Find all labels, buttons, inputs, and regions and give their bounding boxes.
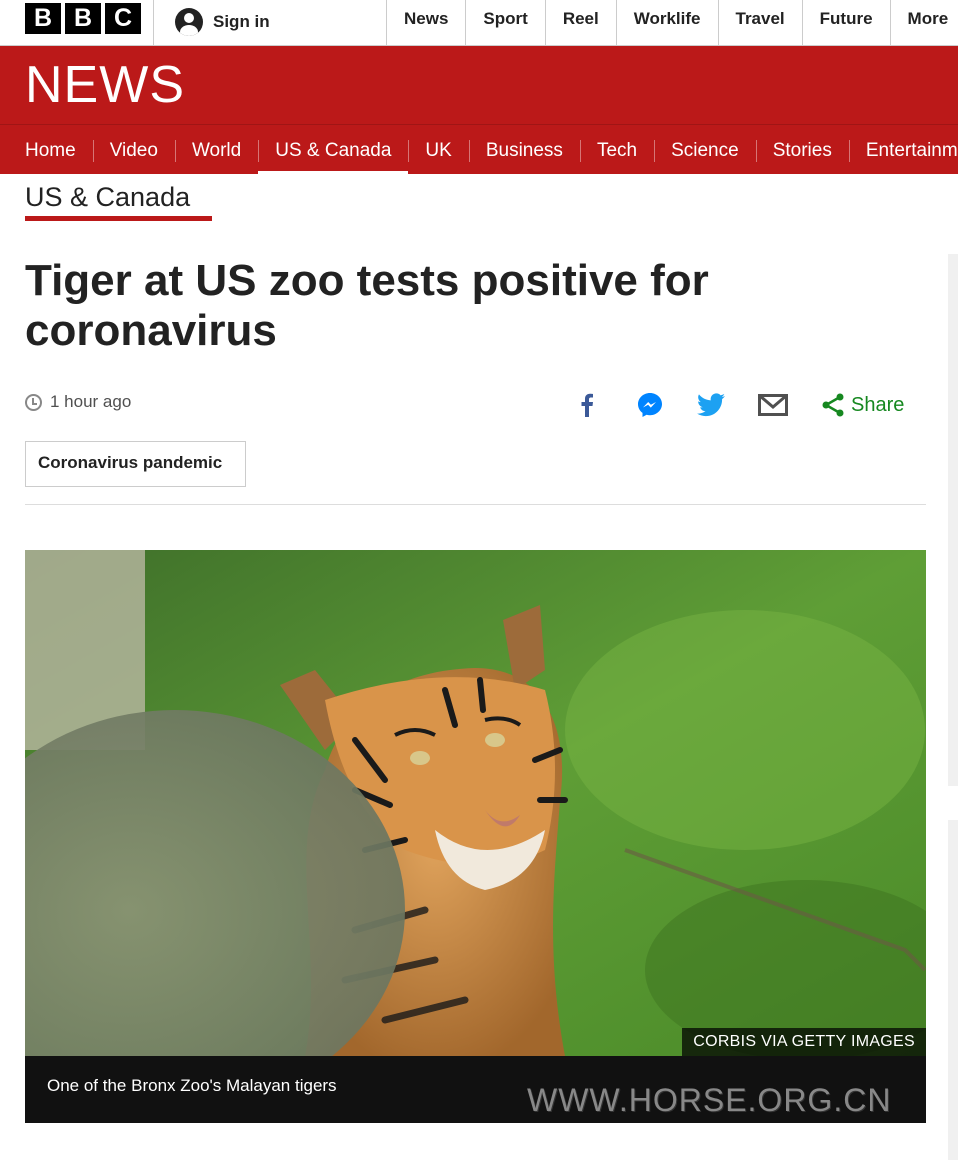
section-nav-video[interactable]: Video (92, 125, 175, 174)
section-nav-business[interactable]: Business (468, 125, 580, 174)
sign-in-link[interactable]: Sign in (175, 8, 270, 36)
section-nav-entertainment[interactable]: Entertainment & Arts (848, 125, 958, 174)
section-nav-uk[interactable]: UK (408, 125, 468, 174)
twitter-icon[interactable] (697, 388, 725, 422)
top-nav-more[interactable]: More (889, 0, 958, 46)
watermark: WWW.HORSE.ORG.CN (527, 1082, 892, 1118)
subsection-underline (25, 216, 212, 221)
image-copyright: CORBIS VIA GETTY IMAGES (682, 1028, 926, 1056)
user-icon (175, 8, 203, 36)
top-nav-sport[interactable]: Sport (465, 0, 544, 46)
subsection-title[interactable]: US & Canada (25, 180, 190, 214)
section-nav: Home Video World US & Canada UK Business Tech S… (0, 124, 958, 174)
section-nav-science[interactable]: Science (654, 125, 756, 174)
share-button[interactable]: Share (821, 388, 911, 422)
top-nav: News Sport Reel Worklife Travel Future M… (386, 0, 958, 46)
section-nav-stories[interactable]: Stories (755, 125, 849, 174)
logo-letter-b2: B (65, 3, 101, 34)
facebook-icon[interactable] (575, 388, 599, 422)
sidebar-panel (948, 820, 958, 1160)
logo-letter-c: C (105, 3, 141, 34)
divider (153, 0, 154, 46)
article-headline: Tiger at US zoo tests positive for coron… (25, 256, 709, 355)
share-icon (822, 393, 844, 417)
section-nav-us-canada[interactable]: US & Canada (258, 125, 409, 174)
email-icon[interactable] (757, 388, 789, 422)
news-wordmark[interactable]: NEWS (25, 58, 185, 112)
topic-tag[interactable]: Coronavirus pandemic (25, 441, 246, 487)
section-nav-world[interactable]: World (174, 125, 258, 174)
top-nav-reel[interactable]: Reel (544, 0, 616, 46)
bbc-logo[interactable]: B B C (25, 3, 141, 34)
clock-icon (25, 393, 42, 411)
news-banner: NEWS (0, 46, 958, 124)
logo-letter-b1: B (25, 3, 61, 34)
article-timestamp: 1 hour ago (50, 392, 132, 411)
article-meta: 1 hour ago (25, 392, 131, 412)
share-label: Share (851, 393, 905, 416)
top-nav-news[interactable]: News (386, 0, 465, 46)
image-caption: One of the Bronx Zoo's Malayan tigers (47, 1076, 337, 1095)
article-figure: CORBIS VIA GETTY IMAGES One of the Bronx… (25, 550, 926, 1123)
messenger-icon[interactable] (636, 388, 664, 422)
top-nav-future[interactable]: Future (801, 0, 890, 46)
sign-in-label: Sign in (213, 12, 270, 31)
top-nav-travel[interactable]: Travel (717, 0, 802, 46)
section-nav-home[interactable]: Home (0, 125, 93, 174)
divider (25, 504, 926, 505)
top-nav-worklife[interactable]: Worklife (615, 0, 718, 46)
tiger-photo: CORBIS VIA GETTY IMAGES (25, 550, 926, 1056)
top-bar: B B C Sign in News Sport Reel Worklife T… (0, 0, 958, 46)
sidebar-panel (948, 254, 958, 786)
section-nav-tech[interactable]: Tech (579, 125, 654, 174)
